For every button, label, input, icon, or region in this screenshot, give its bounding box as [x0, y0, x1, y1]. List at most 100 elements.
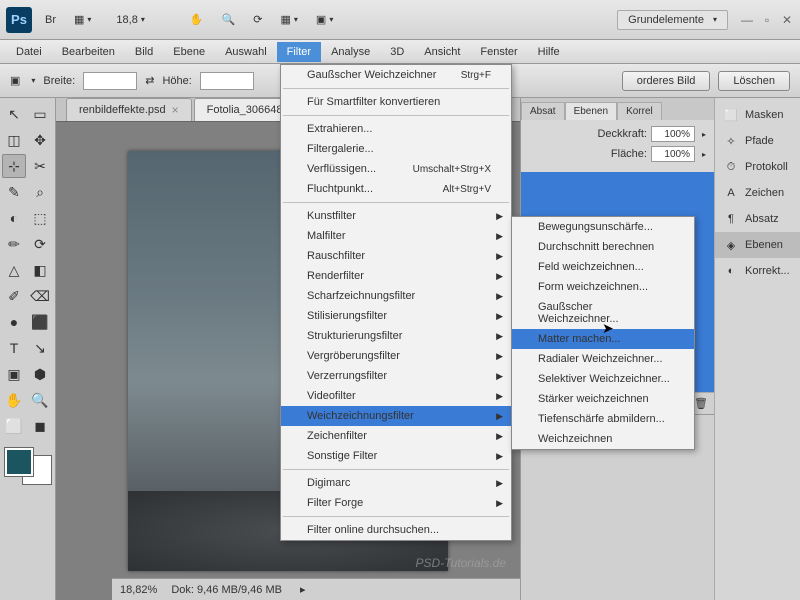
- blur-item[interactable]: Bewegungsunschärfe...: [512, 217, 694, 237]
- dock-pfade[interactable]: ✧Pfade: [715, 128, 800, 154]
- menu-analyse[interactable]: Analyse: [321, 42, 380, 62]
- tool-11[interactable]: ⟳: [28, 232, 52, 256]
- menu-datei[interactable]: Datei: [6, 42, 52, 62]
- tool-18[interactable]: T: [2, 336, 26, 360]
- chevron-right-icon[interactable]: ▸: [702, 150, 706, 159]
- tool-5[interactable]: ✂: [28, 154, 52, 178]
- menu-filter[interactable]: Filter: [277, 42, 321, 62]
- close-button[interactable]: ✕: [780, 13, 794, 27]
- opacity-input[interactable]: [651, 126, 695, 142]
- tool-16[interactable]: ●: [2, 310, 26, 334]
- foreground-swatch[interactable]: [5, 448, 33, 476]
- menu-3d[interactable]: 3D: [380, 42, 414, 62]
- filter-item[interactable]: Gaußscher WeichzeichnerStrg+F: [281, 65, 511, 85]
- tool-7[interactable]: ⌕: [28, 180, 52, 204]
- filter-item[interactable]: Stilisierungsfilter▶: [281, 306, 511, 326]
- filter-item[interactable]: Vergröberungsfilter▶: [281, 346, 511, 366]
- tool-10[interactable]: ✏: [2, 232, 26, 256]
- status-zoom[interactable]: 18,82%: [120, 584, 157, 596]
- dock-zeichen[interactable]: AZeichen: [715, 180, 800, 206]
- filter-item[interactable]: Filter online durchsuchen...: [281, 520, 511, 540]
- tool-14[interactable]: ✐: [2, 284, 26, 308]
- blur-item[interactable]: Feld weichzeichnen...: [512, 257, 694, 277]
- menu-auswahl[interactable]: Auswahl: [215, 42, 277, 62]
- tool-13[interactable]: ◧: [28, 258, 52, 282]
- bridge-button[interactable]: Br: [38, 10, 63, 30]
- workspace-switcher[interactable]: Grundelemente▾: [617, 10, 728, 30]
- menu-ebene[interactable]: Ebene: [163, 42, 215, 62]
- dock-absatz[interactable]: ¶Absatz: [715, 206, 800, 232]
- tool-4[interactable]: ⊹: [2, 154, 26, 178]
- tool-3[interactable]: ✥: [28, 128, 52, 152]
- tool-24[interactable]: ⬜: [2, 414, 26, 438]
- tool-20[interactable]: ▣: [2, 362, 26, 386]
- tool-1[interactable]: ▭: [28, 102, 52, 126]
- filter-item[interactable]: Kunstfilter▶: [281, 206, 511, 226]
- zoom-tool-button[interactable]: 🔍: [215, 9, 243, 30]
- clear-button[interactable]: Löschen: [718, 71, 790, 91]
- tool-15[interactable]: ⌫: [28, 284, 52, 308]
- filter-item[interactable]: Sonstige Filter▶: [281, 446, 511, 466]
- document-tab[interactable]: renbildeffekte.psd×: [66, 98, 192, 121]
- close-icon[interactable]: ×: [172, 103, 179, 117]
- blur-item[interactable]: Weichzeichnen: [512, 429, 694, 449]
- view-extras-button[interactable]: ▦▾: [67, 9, 98, 30]
- dock-protokoll[interactable]: ⏱Protokoll: [715, 154, 800, 180]
- chevron-right-icon[interactable]: ▸: [702, 130, 706, 139]
- tool-21[interactable]: ⬢: [28, 362, 52, 386]
- filter-item[interactable]: Verzerrungsfilter▶: [281, 366, 511, 386]
- screen-mode-button[interactable]: ▣▾: [309, 9, 340, 30]
- blur-item[interactable]: Selektiver Weichzeichner...: [512, 369, 694, 389]
- tool-19[interactable]: ↘: [28, 336, 52, 360]
- trash-icon[interactable]: 🗑: [694, 397, 708, 410]
- blur-item[interactable]: Form weichzeichnen...: [512, 277, 694, 297]
- filter-item[interactable]: Malfilter▶: [281, 226, 511, 246]
- dock-ebenen[interactable]: ◈Ebenen: [715, 232, 800, 258]
- chevron-right-icon[interactable]: ▸: [300, 583, 306, 596]
- filter-item[interactable]: Rauschfilter▶: [281, 246, 511, 266]
- blur-item[interactable]: Stärker weichzeichnen: [512, 389, 694, 409]
- front-image-button[interactable]: orderes Bild: [622, 71, 711, 91]
- blur-item[interactable]: Radialer Weichzeichner...: [512, 349, 694, 369]
- blur-item[interactable]: Durchschnitt berechnen: [512, 237, 694, 257]
- tool-17[interactable]: ⬛: [28, 310, 52, 334]
- filter-item[interactable]: Weichzeichnungsfilter▶: [281, 406, 511, 426]
- menu-bearbeiten[interactable]: Bearbeiten: [52, 42, 125, 62]
- filter-item[interactable]: Videofilter▶: [281, 386, 511, 406]
- filter-item[interactable]: Zeichenfilter▶: [281, 426, 511, 446]
- filter-item[interactable]: Digimarc▶: [281, 473, 511, 493]
- panel-tab-ebenen[interactable]: Ebenen: [565, 102, 617, 120]
- tool-9[interactable]: ⬚: [28, 206, 52, 230]
- width-input[interactable]: [83, 72, 137, 90]
- tool-12[interactable]: △: [2, 258, 26, 282]
- fill-input[interactable]: [651, 146, 695, 162]
- filter-item[interactable]: Strukturierungsfilter▶: [281, 326, 511, 346]
- hand-tool-button[interactable]: ✋: [183, 9, 211, 30]
- height-input[interactable]: [200, 72, 254, 90]
- filter-item[interactable]: Renderfilter▶: [281, 266, 511, 286]
- tool-25[interactable]: ◼: [28, 414, 52, 438]
- rotate-view-button[interactable]: ⟳: [246, 9, 269, 30]
- filter-item[interactable]: Filter Forge▶: [281, 493, 511, 513]
- maximize-button[interactable]: ▫: [760, 13, 774, 27]
- tool-23[interactable]: 🔍: [28, 388, 52, 412]
- tool-2[interactable]: ◫: [2, 128, 26, 152]
- menu-ansicht[interactable]: Ansicht: [414, 42, 470, 62]
- swap-icon[interactable]: ⇄: [145, 74, 154, 87]
- arrange-documents-button[interactable]: ▦▾: [273, 9, 304, 30]
- filter-item[interactable]: Scharfzeichnungsfilter▶: [281, 286, 511, 306]
- zoom-select[interactable]: 18,8▾: [110, 12, 158, 28]
- tool-8[interactable]: ◐: [2, 206, 26, 230]
- dock-korrekt[interactable]: ◐Korrekt...: [715, 258, 800, 284]
- menu-bild[interactable]: Bild: [125, 42, 163, 62]
- filter-item[interactable]: Filtergalerie...: [281, 139, 511, 159]
- dock-masken[interactable]: ⬜Masken: [715, 102, 800, 128]
- tool-22[interactable]: ✋: [2, 388, 26, 412]
- panel-tab-absat[interactable]: Absat: [521, 102, 565, 120]
- tool-6[interactable]: ✎: [2, 180, 26, 204]
- minimize-button[interactable]: —: [740, 13, 754, 27]
- panel-tab-korrel[interactable]: Korrel: [617, 102, 662, 120]
- menu-hilfe[interactable]: Hilfe: [528, 42, 570, 62]
- menu-fenster[interactable]: Fenster: [470, 42, 527, 62]
- tool-0[interactable]: ↖: [2, 102, 26, 126]
